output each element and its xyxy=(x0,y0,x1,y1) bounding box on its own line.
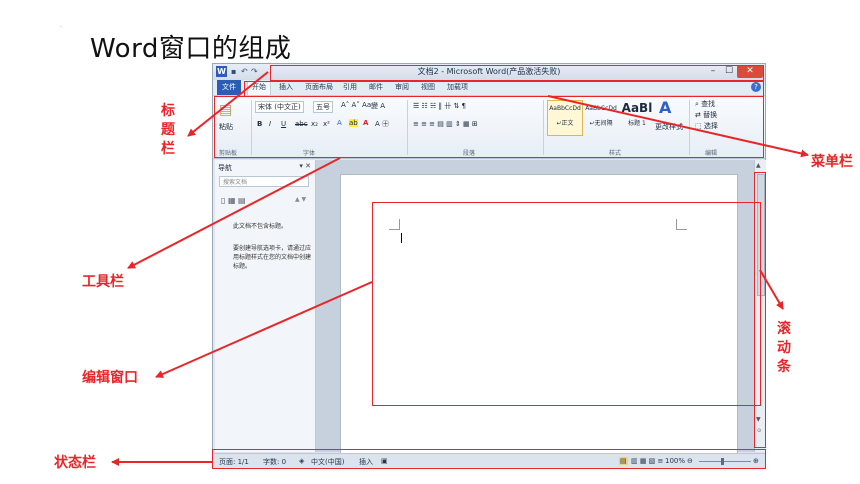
label-status-bar: 状态栏 xyxy=(54,455,96,471)
label-menu-bar: 菜单栏 xyxy=(811,154,853,170)
label-edit-window: 编辑窗口 xyxy=(82,370,138,386)
label-scroll-bar: 滚动条 xyxy=(777,321,791,375)
label-toolbar: 工具栏 xyxy=(82,274,124,290)
annotation-arrows xyxy=(111,71,809,466)
label-title-bar: 标题栏 xyxy=(161,103,175,157)
